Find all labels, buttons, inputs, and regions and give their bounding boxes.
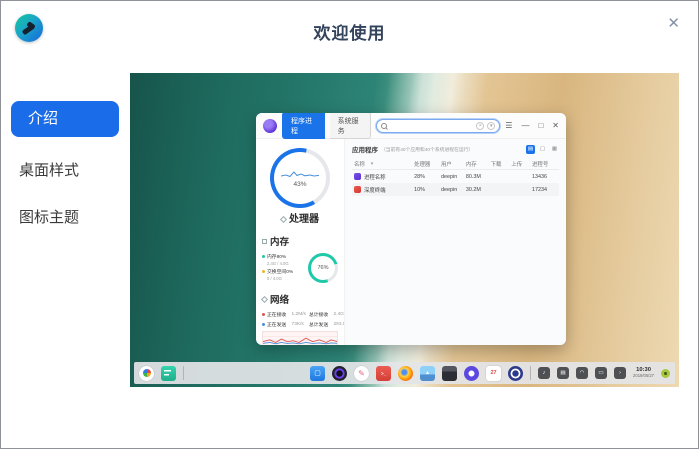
swap-dot-icon bbox=[262, 270, 265, 273]
cpu-percent: 43% bbox=[293, 181, 306, 188]
user-view-icon: ▢ bbox=[538, 145, 547, 154]
window-controls: ☰ — □ ✕ bbox=[505, 122, 559, 130]
network-section-title: 网络 bbox=[262, 292, 338, 306]
power-indicator-icon bbox=[661, 369, 670, 378]
welcome-dialog: 欢迎使用 ✕ 介绍 桌面样式 图标主题 程序进程 系统服务 × ▾ ☰ — □ bbox=[0, 0, 699, 449]
camera-icon bbox=[332, 366, 347, 381]
window-close-icon: ✕ bbox=[552, 122, 559, 130]
process-table: 名称▾ 处理器 用户 内存 下载 上传 进程号 进程名称 28% deepin bbox=[352, 159, 559, 196]
send-dot-icon bbox=[262, 323, 265, 326]
recv-dot-icon bbox=[262, 313, 265, 316]
launcher-icon bbox=[139, 366, 154, 381]
memory-percent: 76% bbox=[317, 265, 328, 271]
tab-program-processes: 程序进程 bbox=[282, 113, 325, 139]
clock-date: 2019/05/27 bbox=[633, 374, 654, 379]
calendar-icon: 27 bbox=[486, 366, 501, 381]
file-manager-icon bbox=[442, 366, 457, 381]
menu-icon: ☰ bbox=[505, 122, 512, 130]
process-table-header: 名称▾ 处理器 用户 内存 下载 上传 进程号 bbox=[352, 159, 559, 170]
system-monitor-app-icon bbox=[263, 119, 277, 133]
terminal-icon: >_ bbox=[376, 366, 391, 381]
cpu-history-chart bbox=[281, 169, 319, 180]
process-app-icon bbox=[354, 186, 361, 193]
memory-dot-icon bbox=[262, 255, 265, 258]
network-send: 正在发送 73K/s bbox=[262, 321, 306, 328]
dock-separator bbox=[530, 366, 531, 380]
close-icon[interactable]: ✕ bbox=[667, 16, 680, 31]
process-app-icon bbox=[354, 173, 361, 180]
swap-usage: 交换空间0% bbox=[262, 268, 308, 275]
display-icon: ▤ bbox=[557, 367, 569, 379]
control-center-icon bbox=[508, 366, 523, 381]
network-history-chart bbox=[262, 331, 338, 345]
cpu-icon bbox=[280, 216, 287, 223]
search-icon bbox=[381, 123, 387, 129]
process-panel-subtitle: （当前有40个应用和40个系统进程在运行） bbox=[381, 146, 473, 153]
battery-icon: ▭ bbox=[595, 367, 607, 379]
expand-icon: › bbox=[614, 367, 626, 379]
sidebar-item-icon-theme[interactable]: 图标主题 bbox=[19, 206, 79, 227]
sidebar-item-desktop-style[interactable]: 桌面样式 bbox=[19, 159, 79, 180]
swap-usage-detail: 0 / 4.0G bbox=[267, 276, 308, 281]
search-input: × ▾ bbox=[376, 119, 500, 133]
draw-icon: ✎ bbox=[354, 366, 369, 381]
memory-usage: 内存80% bbox=[262, 253, 308, 260]
table-row: 进程名称 28% deepin 80.3M 13436 bbox=[352, 170, 559, 183]
app-store-icon: ▢ bbox=[310, 366, 325, 381]
process-panel: 应用程序 （当前有40个应用和40个系统进程在运行） ▤ ▢ ▦ 名称▾ 处理器… bbox=[344, 139, 566, 345]
desktop-preview-image: 程序进程 系统服务 × ▾ ☰ — □ ✕ bbox=[130, 73, 679, 387]
system-monitor-window: 程序进程 系统服务 × ▾ ☰ — □ ✕ bbox=[256, 113, 566, 345]
monitor-stats-panel: 43% 处理器 内存 内存80% 2.4G / 4.0G 交换空间0% 0 / … bbox=[256, 139, 344, 345]
memory-section-title: 内存 bbox=[262, 234, 338, 248]
list-view-icon: ▦ bbox=[550, 145, 559, 154]
tab-system-services: 系统服务 bbox=[330, 113, 372, 139]
clock: 10:30 2019/05/27 bbox=[633, 367, 654, 378]
grid-view-icon: ▤ bbox=[526, 145, 535, 154]
search-clear-icon: × bbox=[476, 122, 484, 130]
cpu-label: 处理器 bbox=[262, 210, 338, 225]
wifi-icon: ◠ bbox=[576, 367, 588, 379]
memory-icon bbox=[262, 239, 267, 244]
music-icon bbox=[464, 366, 479, 381]
dialog-title: 欢迎使用 bbox=[1, 19, 698, 44]
network-icon bbox=[261, 295, 268, 302]
sort-arrow-icon: ▾ bbox=[371, 161, 374, 167]
sidebar-item-introduction[interactable]: 介绍 bbox=[11, 101, 119, 137]
maximize-icon: □ bbox=[538, 122, 543, 130]
firefox-icon bbox=[398, 366, 413, 381]
memory-usage-detail: 2.4G / 4.0G bbox=[267, 261, 308, 266]
image-viewer-icon: ▲ bbox=[420, 366, 435, 381]
dock: ▢ ✎ >_ ▲ 27 ♪ ▤ ◠ ▭ › 10:30 2019/05/27 bbox=[134, 362, 675, 384]
window-titlebar: 程序进程 系统服务 × ▾ ☰ — □ ✕ bbox=[256, 113, 566, 139]
table-row: 深度终端 10% deepin 30.2M 17234 bbox=[352, 183, 559, 196]
dock-separator bbox=[183, 366, 184, 380]
network-recv: 正在接收 1.2M/s bbox=[262, 311, 306, 318]
launchpad-icon bbox=[161, 366, 176, 381]
process-panel-title: 应用程序 bbox=[352, 144, 378, 154]
volume-icon: ♪ bbox=[538, 367, 550, 379]
search-dropdown-icon: ▾ bbox=[487, 122, 495, 130]
minimize-icon: — bbox=[521, 122, 529, 130]
cpu-usage-ring: 43% bbox=[270, 148, 330, 208]
memory-usage-ring: 76% bbox=[308, 253, 338, 283]
